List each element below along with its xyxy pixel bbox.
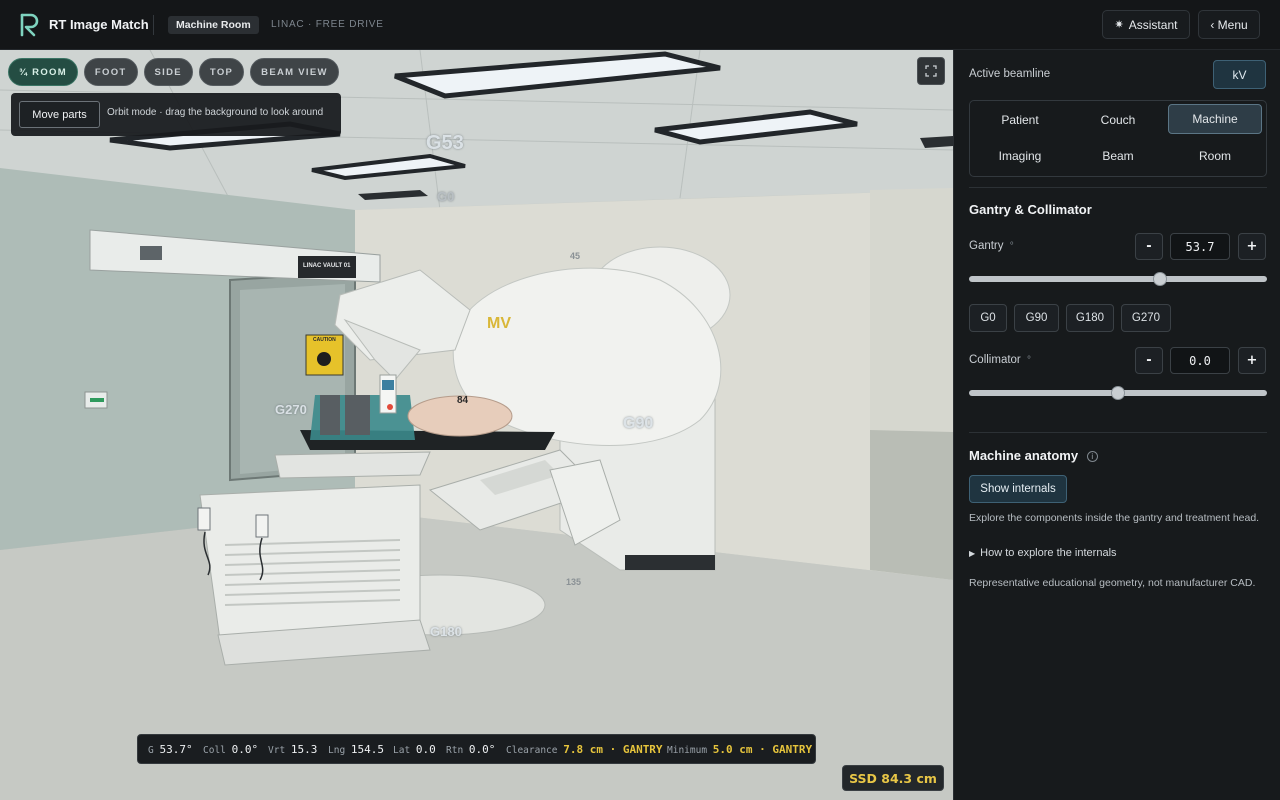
g270-label: G270 bbox=[275, 402, 307, 417]
disclosure-triangle-icon: ▶ bbox=[969, 549, 976, 558]
angle-45-label: 45 bbox=[570, 251, 581, 261]
collimator-decrement-button[interactable]: - bbox=[1135, 347, 1163, 374]
active-beamline-label: Active beamline bbox=[969, 68, 1051, 80]
g180-label: G180 bbox=[430, 624, 462, 639]
collimator-increment-button[interactable]: + bbox=[1238, 347, 1266, 374]
3d-viewport[interactable]: G53 G0 G270 G90 G180 MV 84 45 135 LINAC … bbox=[0, 50, 953, 800]
how-to-explore-toggle[interactable]: ▶ How to explore the internals bbox=[969, 547, 1117, 559]
top-bar: RT Image Match Machine Room LINAC · FREE… bbox=[0, 0, 1280, 50]
status-clearance: Clearance 7.8 cm · GANTRY bbox=[506, 743, 663, 756]
tab-patient[interactable]: Patient bbox=[973, 105, 1067, 135]
mv-label: MV bbox=[487, 315, 511, 332]
gantry-decrement-button[interactable]: - bbox=[1135, 233, 1163, 260]
collimator-angle-input[interactable]: 0.0 bbox=[1170, 347, 1230, 374]
gantry-label: Gantry ° bbox=[969, 240, 1014, 252]
disclaimer-text: Representative educational geometry, not… bbox=[969, 577, 1256, 589]
gantry-slider-thumb[interactable] bbox=[1152, 272, 1167, 286]
status-rotation: Rtn 0.0° bbox=[446, 743, 496, 756]
control-panel: Active beamline kV Patient Couch Machine… bbox=[953, 50, 1280, 800]
status-lateral: Lat 0.0 bbox=[393, 743, 436, 756]
caution-text: CAUTION bbox=[313, 337, 336, 343]
sparkle-icon: ✷ bbox=[1114, 19, 1124, 31]
anatomy-section-title: Machine anatomy i bbox=[969, 448, 1098, 463]
hand-pendant bbox=[197, 507, 211, 531]
orbit-mode-panel: Move parts Orbit mode · drag the backgro… bbox=[11, 93, 341, 136]
gantry-angle-label: G53 bbox=[426, 132, 464, 154]
tab-room[interactable]: Room bbox=[1168, 141, 1262, 171]
preset-g180-button[interactable]: G180 bbox=[1066, 304, 1114, 332]
status-readout-bar: G 53.7° Coll 0.0° Vrt 15.3 Lng 154.5 Lat… bbox=[137, 734, 816, 764]
preset-g90-button[interactable]: G90 bbox=[1014, 304, 1059, 332]
g90-label: G90 bbox=[623, 415, 654, 432]
info-icon[interactable]: i bbox=[1086, 451, 1098, 463]
gantry-angle-input[interactable]: 53.7 bbox=[1170, 233, 1230, 260]
angle-135-label: 135 bbox=[566, 577, 582, 587]
gantry-increment-button[interactable]: + bbox=[1238, 233, 1266, 260]
status-collimator: Coll 0.0° bbox=[203, 743, 259, 756]
view-foot-button[interactable]: FOOT bbox=[83, 58, 138, 86]
collimator-slider[interactable] bbox=[969, 386, 1267, 400]
ssd-badge: SSD 84.3 cm bbox=[842, 765, 944, 791]
status-minimum: Minimum 5.0 cm · GANTRY bbox=[667, 743, 813, 756]
menu-button[interactable]: ‹ Menu bbox=[1198, 10, 1260, 39]
view-room-button[interactable]: ¾ ROOM bbox=[8, 58, 78, 86]
view-preset-buttons: ¾ ROOM FOOT SIDE TOP BEAM VIEW bbox=[8, 58, 339, 86]
mode-label: LINAC · FREE DRIVE bbox=[271, 19, 384, 30]
collimator-slider-thumb[interactable] bbox=[1111, 386, 1125, 400]
status-gantry: G 53.7° bbox=[148, 743, 193, 756]
radiation-icon bbox=[317, 352, 331, 366]
view-top-button[interactable]: TOP bbox=[198, 58, 245, 86]
angle-84-label: 84 bbox=[457, 395, 469, 406]
show-internals-button[interactable]: Show internals bbox=[969, 475, 1067, 503]
tab-couch[interactable]: Couch bbox=[1071, 105, 1165, 135]
app-logo-icon bbox=[20, 13, 39, 37]
preset-g270-button[interactable]: G270 bbox=[1121, 304, 1171, 332]
vault-sign-text: LINAC VAULT 01 bbox=[303, 263, 351, 269]
view-side-button[interactable]: SIDE bbox=[143, 58, 193, 86]
status-longitudinal: Lng 154.5 bbox=[328, 743, 385, 756]
gantry-slider[interactable] bbox=[969, 272, 1267, 286]
tab-beam[interactable]: Beam bbox=[1071, 141, 1165, 171]
divider bbox=[969, 432, 1267, 433]
collimator-label: Collimator ° bbox=[969, 354, 1031, 366]
anatomy-description: Explore the components inside the gantry… bbox=[969, 512, 1260, 524]
preset-g0-button[interactable]: G0 bbox=[969, 304, 1007, 332]
g0-label: G0 bbox=[437, 189, 455, 204]
divider bbox=[153, 15, 154, 35]
move-parts-button[interactable]: Move parts bbox=[19, 101, 100, 128]
treatment-room-scene[interactable] bbox=[0, 50, 953, 800]
tab-machine[interactable]: Machine bbox=[1168, 104, 1262, 134]
status-vertical: Vrt 15.3 bbox=[268, 743, 318, 756]
component-tabs: Patient Couch Machine Imaging Beam Room bbox=[969, 100, 1267, 177]
room-pill[interactable]: Machine Room bbox=[168, 16, 259, 34]
gantry-section-title: Gantry & Collimator bbox=[969, 202, 1092, 217]
assistant-button[interactable]: ✷ Assistant bbox=[1102, 10, 1190, 39]
assistant-label: Assistant bbox=[1128, 17, 1178, 32]
beamline-kv-button[interactable]: kV bbox=[1213, 60, 1266, 89]
divider bbox=[969, 187, 1267, 188]
fullscreen-icon bbox=[925, 65, 937, 77]
orbit-hint: Orbit mode · drag the background to look… bbox=[107, 107, 324, 118]
fullscreen-button[interactable] bbox=[917, 57, 945, 85]
view-beam-button[interactable]: BEAM VIEW bbox=[250, 58, 339, 86]
tab-imaging[interactable]: Imaging bbox=[973, 141, 1067, 171]
app-title: RT Image Match bbox=[49, 17, 149, 32]
